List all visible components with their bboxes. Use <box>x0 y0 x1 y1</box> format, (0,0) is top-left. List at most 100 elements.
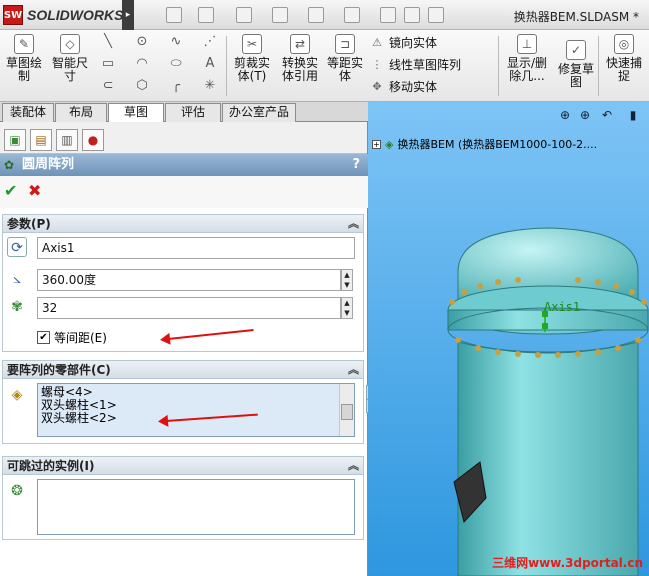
smart-dimension-icon: ◇ <box>60 34 80 54</box>
text-icon[interactable]: A <box>202 56 218 72</box>
property-manager-tab-icon[interactable]: ▤ <box>30 129 52 151</box>
cancel-button[interactable]: ✖ <box>28 182 41 200</box>
instance-count-field[interactable]: 32 <box>37 297 341 319</box>
bolt-icon <box>535 352 541 358</box>
repair-sketch-button[interactable]: ✓ 修复草 图 <box>556 40 596 89</box>
equal-spacing-checkbox[interactable]: ✔ 等间距(E) <box>37 329 107 346</box>
collapse-icon[interactable]: ︽ <box>348 215 359 233</box>
bolt-icon <box>555 352 561 358</box>
tab-sketch[interactable]: 草图 <box>108 103 164 123</box>
skip-instances-list[interactable] <box>37 479 355 535</box>
ribbon-divider <box>598 36 599 96</box>
configuration-manager-tab-icon[interactable]: ▥ <box>56 129 78 151</box>
graphics-viewport[interactable]: ⊕ ⊕ ↶ ▮ + ◈ 换热器BEM (换热器BEM1000-100-2.... <box>368 102 649 576</box>
show-delete-label: 显示/删 除几... <box>506 56 548 83</box>
save-icon[interactable] <box>236 7 252 23</box>
help-icon[interactable]: ? <box>352 154 360 176</box>
angle-field[interactable]: 360.00度 <box>37 269 341 291</box>
print-icon[interactable] <box>272 7 288 23</box>
circle-icon[interactable]: ⊙ <box>134 34 150 50</box>
cylinder-shell <box>457 341 639 576</box>
skip-instances-header[interactable]: 可跳过的实例(I) ︽ <box>3 457 363 475</box>
tab-layout[interactable]: 布局 <box>55 103 107 122</box>
bolt-icon <box>477 283 483 289</box>
undo-icon[interactable] <box>308 7 324 23</box>
bolt-icon <box>629 289 635 295</box>
arc-icon[interactable]: ◠ <box>134 56 150 72</box>
move-entities-button[interactable]: ✥ 移动实体 <box>370 78 437 95</box>
smart-dimension-label: 智能尺 寸 <box>51 56 88 83</box>
components-header[interactable]: 要阵列的零部件(C) ︽ <box>3 361 363 379</box>
trim-icon: ✂ <box>242 34 262 54</box>
quick-snap-label: 快速捕 捉 <box>605 56 642 83</box>
components-title: 要阵列的零部件(C) <box>7 363 111 377</box>
sketch-button[interactable]: ✎ 草图绘 制 <box>4 34 44 83</box>
checkbox-checked-icon: ✔ <box>37 331 50 344</box>
offset-label: 等距实 体 <box>326 56 363 83</box>
components-group: 要阵列的零部件(C) ︽ ◈ 螺母<4> 双头螺柱<1> 双头螺柱<2> <box>2 360 364 444</box>
menu-expand-icon[interactable]: ▸ <box>122 0 134 30</box>
model-view: Axis1 <box>447 227 649 576</box>
angle-icon: ⦣ <box>12 271 22 287</box>
ellipse-icon[interactable]: ⬭ <box>168 56 184 72</box>
list-scrollbar[interactable] <box>339 384 354 436</box>
fillet-icon[interactable]: ╭ <box>168 78 184 94</box>
construction-geometry-icon[interactable]: ⋰ <box>202 34 218 50</box>
skip-instances-icon: ❂ <box>11 483 23 499</box>
command-tabs: 装配体 布局 草图 评估 办公室产品 <box>0 102 368 123</box>
mirror-label: 镜向实体 <box>389 36 438 50</box>
feature-manager-tab-icon[interactable]: ▣ <box>4 129 26 151</box>
show-delete-relations-button[interactable]: ⊥ 显示/删 除几... <box>504 34 550 83</box>
tab-assembly[interactable]: 装配体 <box>2 103 54 122</box>
axis-field[interactable]: Axis1 <box>37 237 355 259</box>
app-logo[interactable]: SW SOLIDWORKS <box>0 3 123 27</box>
circular-pattern-icon: ✿ <box>4 158 15 172</box>
tab-office-products[interactable]: 办公室产品 <box>222 103 296 122</box>
ribbon-divider <box>226 36 227 96</box>
file-properties-icon[interactable] <box>404 7 420 23</box>
rotation-axis-icon: ⟳ <box>7 237 27 257</box>
convert-entities-button[interactable]: ⇄ 转换实 体引用 <box>278 34 322 83</box>
ok-button[interactable]: ✔ <box>4 182 17 200</box>
select-icon[interactable] <box>344 7 360 23</box>
point-icon[interactable]: ✳ <box>202 78 218 94</box>
bolt-icon <box>613 283 619 289</box>
bolt-icon <box>515 351 521 357</box>
angle-stepper[interactable]: ▲ ▼ <box>341 269 353 291</box>
smart-dimension-button[interactable]: ◇ 智能尺 寸 <box>48 34 92 83</box>
rebuild-icon[interactable] <box>380 7 396 23</box>
instances-icon: ✾ <box>11 299 23 315</box>
components-list[interactable]: 螺母<4> 双头螺柱<1> 双头螺柱<2> <box>37 383 355 437</box>
parameters-group: 参数(P) ︽ ⟳ Axis1 ⦣ 360.00度 ▲ ▼ ✾ 32 ▲ ▼ ✔ 等… <box>2 214 364 352</box>
repair-label: 修复草 图 <box>557 62 594 89</box>
scroll-thumb[interactable] <box>341 404 353 420</box>
app-name: SOLIDWORKS <box>27 7 124 23</box>
options-icon[interactable] <box>428 7 444 23</box>
sketch-label: 草图绘 制 <box>5 56 42 83</box>
skip-instances-group: 可跳过的实例(I) ︽ ❂ <box>2 456 364 540</box>
bolt-icon <box>615 345 621 351</box>
open-file-icon[interactable] <box>198 7 214 23</box>
display-manager-tab-icon[interactable]: ● <box>82 129 104 151</box>
line-icon[interactable]: ╲ <box>100 34 116 50</box>
collapse-icon[interactable]: ︽ <box>348 457 359 475</box>
offset-icon: ⊐ <box>335 34 355 54</box>
parameters-header[interactable]: 参数(P) ︽ <box>3 215 363 233</box>
linear-pattern-button[interactable]: ⋮ 线性草图阵列 <box>370 56 462 73</box>
offset-entities-button[interactable]: ⊐ 等距实 体 <box>326 34 364 83</box>
quick-snaps-button[interactable]: ◎ 快速捕 捉 <box>602 34 646 83</box>
bolt-icon <box>635 337 641 343</box>
mirror-entities-button[interactable]: ⚠ 镜向实体 <box>370 34 437 51</box>
bolt-icon <box>461 289 467 295</box>
count-stepper[interactable]: ▲ ▼ <box>341 297 353 319</box>
slot-icon[interactable]: ⊂ <box>100 78 116 94</box>
polygon-icon[interactable]: ⬡ <box>134 78 150 94</box>
new-file-icon[interactable] <box>166 7 182 23</box>
rectangle-icon[interactable]: ▭ <box>100 56 116 72</box>
ok-cancel-row: ✔ ✖ <box>0 176 368 208</box>
move-label: 移动实体 <box>389 80 438 94</box>
collapse-icon[interactable]: ︽ <box>348 361 359 379</box>
tab-evaluate[interactable]: 评估 <box>165 103 221 122</box>
trim-entities-button[interactable]: ✂ 剪裁实 体(T) <box>230 34 274 83</box>
spline-icon[interactable]: ∿ <box>168 34 184 50</box>
